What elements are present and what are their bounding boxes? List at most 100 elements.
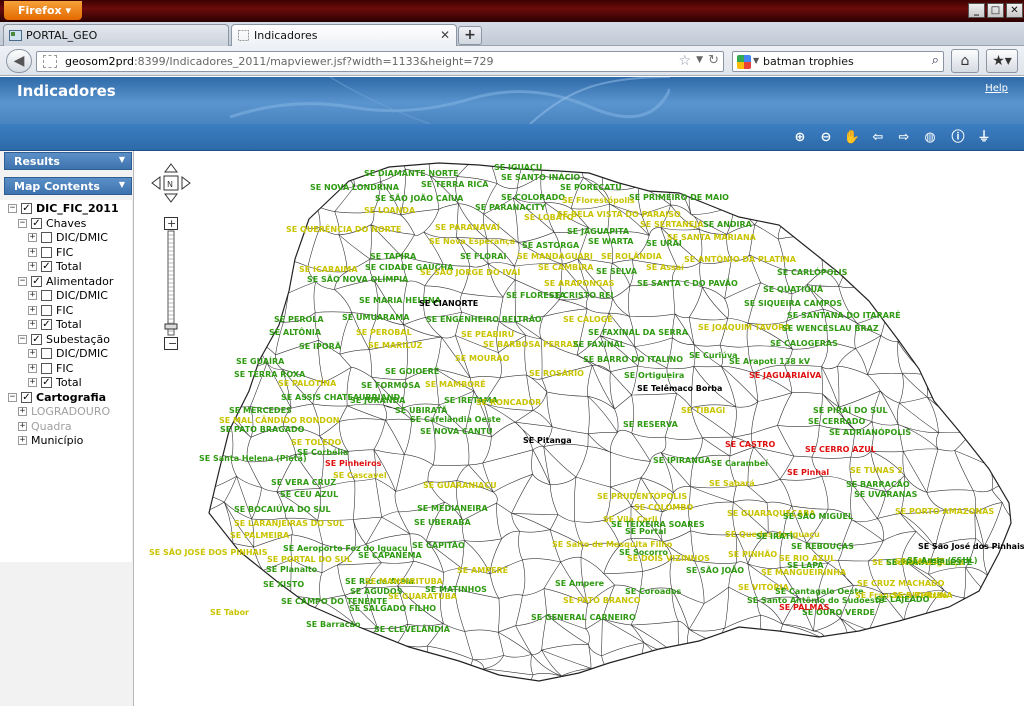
- measure-icon[interactable]: ⏚: [975, 129, 993, 147]
- expand-toggle-icon[interactable]: −: [18, 276, 27, 286]
- help-link[interactable]: Help: [985, 83, 1008, 94]
- substation-label[interactable]: SE Telêmaco Borba: [637, 384, 722, 393]
- search-icon[interactable]: ⌕: [932, 53, 939, 68]
- expand-toggle-icon[interactable]: +: [28, 378, 37, 387]
- bookmarks-menu-button[interactable]: ★▾: [986, 49, 1018, 73]
- substation-label[interactable]: SE CERRO AZUL: [805, 445, 876, 454]
- substation-label[interactable]: SE JOAQUIM TAVORA: [698, 323, 790, 332]
- back-button[interactable]: ◀: [6, 49, 32, 73]
- substation-label[interactable]: SE CARLÓPOLIS: [777, 268, 847, 277]
- substation-label[interactable]: SE PEROLA: [274, 315, 324, 324]
- substation-label[interactable]: SE SANTANA DO ITARARÉ: [787, 311, 901, 320]
- expand-toggle-icon[interactable]: +: [28, 233, 37, 242]
- layer-checkbox[interactable]: [41, 304, 52, 316]
- substation-label[interactable]: SE COLOMBO: [634, 503, 693, 512]
- substation-label[interactable]: SE CALOGERAS: [770, 339, 838, 348]
- substation-label[interactable]: SE Arapoti 138 kV: [729, 357, 810, 366]
- substation-label[interactable]: SE Pitanga: [523, 436, 572, 445]
- url-bar[interactable]: geosom2prd:8399/Indicadores_2011/mapview…: [36, 51, 724, 72]
- substation-label[interactable]: SE PALOTINA: [278, 379, 336, 388]
- substation-label[interactable]: SE ENGENHEIRO BELTRÃO: [426, 315, 542, 324]
- substation-label[interactable]: SE PORECATU: [560, 183, 622, 192]
- layer-checkbox[interactable]: ✓: [41, 261, 52, 272]
- substation-label[interactable]: SE DOIS VIZINHOS: [627, 554, 710, 563]
- substation-label[interactable]: SE ANDIRA: [703, 220, 752, 229]
- search-input[interactable]: [763, 54, 913, 69]
- minimize-icon[interactable]: _: [968, 3, 985, 18]
- substation-label[interactable]: SE SÃO JOSÉ DOS PINHAIS: [149, 548, 268, 557]
- substation-label[interactable]: SE Areia (SSUL): [907, 556, 978, 565]
- substation-label[interactable]: SE PIRAÍ DO SUL: [813, 406, 888, 415]
- substation-label[interactable]: SE NOVA CANTU: [420, 427, 493, 436]
- substation-label[interactable]: SE ARAPONGAS: [544, 279, 614, 288]
- substation-label[interactable]: SE TERRA RICA: [421, 180, 488, 189]
- substation-label[interactable]: SE PINHÃO: [728, 550, 777, 559]
- google-icon[interactable]: [737, 55, 751, 69]
- substation-label[interactable]: SE LARANJEIRAS DO SUL: [234, 519, 344, 528]
- map-contents-panel-header[interactable]: Map Contents ▼: [4, 177, 132, 195]
- substation-label[interactable]: SE FAXINAL DA SERRA: [588, 328, 688, 337]
- substation-label[interactable]: SE Nova Esperança: [429, 237, 515, 246]
- substation-label[interactable]: SE GUAÍRA: [236, 357, 284, 366]
- substation-label[interactable]: SE SÃO JORGE DO IVAÍ: [420, 268, 520, 277]
- substation-label[interactable]: SE MANGUEIRINHA: [761, 568, 846, 577]
- substation-label[interactable]: SE PALMAS: [779, 603, 829, 612]
- collapse-icon[interactable]: ▼: [119, 155, 125, 164]
- substation-label[interactable]: SE PALMEIRA: [230, 531, 289, 540]
- substation-label[interactable]: SE GENERAL CARNEIRO: [531, 613, 636, 622]
- substation-label[interactable]: SE UVARANAS: [854, 490, 917, 499]
- substation-label[interactable]: SE GUARATUBA: [388, 592, 457, 601]
- substation-label[interactable]: SE QUATIGUÁ: [763, 285, 823, 294]
- identify-info-icon[interactable]: ⓘ: [949, 129, 967, 147]
- substation-label[interactable]: SE MARILUZ: [368, 341, 422, 350]
- substation-label[interactable]: SE Cafelândia Oeste: [410, 415, 501, 424]
- substation-label[interactable]: SE URAI: [646, 239, 682, 248]
- substation-label[interactable]: SE UBERABA: [414, 518, 471, 527]
- substation-label[interactable]: SE Carambeí: [711, 459, 768, 468]
- substation-label[interactable]: SE CLEVELÂNDIA: [374, 625, 450, 634]
- close-tab-icon[interactable]: ✕: [440, 28, 450, 42]
- substation-label[interactable]: SE PEROBAL: [356, 328, 412, 337]
- substation-label[interactable]: SE BARRO DO ITALINO: [583, 355, 683, 364]
- substation-label[interactable]: SE Cascavel: [333, 471, 387, 480]
- substation-label[interactable]: SE Portal: [625, 527, 666, 536]
- expand-toggle-icon[interactable]: +: [28, 349, 37, 358]
- substation-label[interactable]: SE PEABIRU: [461, 330, 514, 339]
- substation-label[interactable]: SE PARANACITY: [475, 203, 546, 212]
- substation-label[interactable]: SE BELA VISTA DO PARAISO: [557, 210, 681, 219]
- collapse-icon[interactable]: ▼: [119, 180, 125, 189]
- substation-label[interactable]: SE Sabará: [709, 479, 755, 488]
- zoom-in-icon[interactable]: ⊕: [791, 129, 809, 147]
- layer-checkbox[interactable]: [41, 290, 52, 301]
- substation-label[interactable]: SE GOIOERÊ: [385, 367, 439, 376]
- layer-checkbox[interactable]: ✓: [41, 319, 52, 330]
- substation-label[interactable]: SE CAMBIRA: [538, 263, 593, 272]
- substation-label[interactable]: SE PRUDENTÓPOLIS: [597, 492, 687, 501]
- substation-label[interactable]: SE SELVA: [596, 267, 637, 276]
- substation-label[interactable]: SE PORTO AMAZONAS: [895, 507, 994, 516]
- previous-extent-icon[interactable]: ⇦: [869, 129, 887, 147]
- substation-label[interactable]: SE MEDIANEIRA: [417, 504, 488, 513]
- substation-label[interactable]: SE SANTA C DO PAVÃO: [637, 279, 738, 288]
- expand-toggle-icon[interactable]: −: [18, 218, 27, 228]
- substation-label[interactable]: SE QUERÊNCIA DO NORTE: [286, 225, 401, 234]
- substation-label[interactable]: SE JAGUARIAÍVA: [749, 371, 821, 380]
- layer-checkbox[interactable]: [41, 362, 52, 374]
- full-extent-globe-icon[interactable]: ◍: [921, 129, 939, 147]
- substation-label[interactable]: SE CALOGÊ: [563, 315, 613, 324]
- substation-label[interactable]: SE CRISTO REI: [549, 291, 613, 300]
- substation-label[interactable]: SE IPORÃ: [299, 342, 341, 351]
- substation-label[interactable]: SE TOLEDO: [291, 438, 341, 447]
- layer-checkbox[interactable]: ✓: [41, 377, 52, 388]
- substation-label[interactable]: SE SÃO JOÃO CAIUA: [375, 194, 463, 203]
- substation-label[interactable]: SE Florestópolis: [562, 196, 635, 205]
- substation-label[interactable]: SE SERTANEJA: [640, 220, 703, 229]
- substation-label[interactable]: SE SIQUEIRA CAMPOS: [744, 299, 842, 308]
- substation-label[interactable]: SE PARANAVAÍ: [435, 223, 500, 232]
- substation-label[interactable]: SE SALGADO FILHO: [349, 604, 436, 613]
- substation-label[interactable]: SE ASTORGA: [522, 241, 579, 250]
- zoom-out-icon[interactable]: ⊖: [817, 129, 835, 147]
- substation-label[interactable]: SE CRUZ MACHADO: [857, 579, 944, 588]
- substation-label[interactable]: SE SÃO MIGUEL: [783, 512, 853, 521]
- substation-label[interactable]: SE Ortigueira: [624, 371, 684, 380]
